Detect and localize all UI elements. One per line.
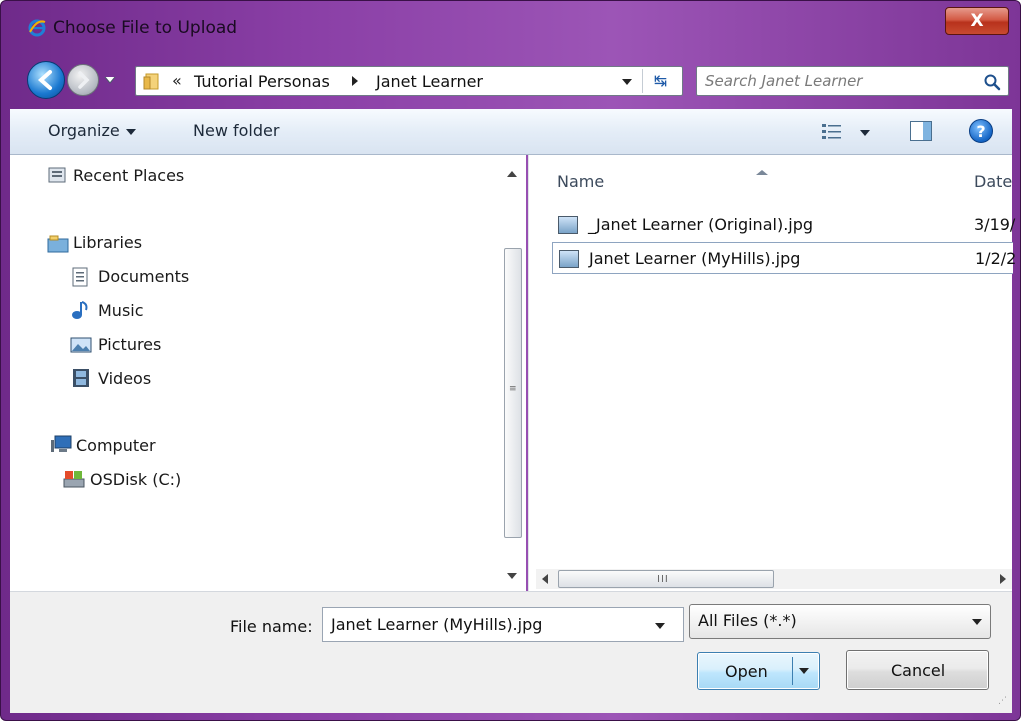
- nav-item-computer[interactable]: Computer: [76, 436, 156, 455]
- navigation-scroll-thumb[interactable]: ≡: [504, 248, 522, 538]
- file-name-combobox[interactable]: Janet Learner (MyHills).jpg: [322, 607, 684, 642]
- address-overflow-chevron[interactable]: «: [172, 71, 182, 90]
- view-options-dropdown-icon[interactable]: [860, 130, 870, 136]
- address-dropdown-icon[interactable]: [622, 79, 632, 85]
- refresh-icon[interactable]: ↹: [642, 69, 678, 93]
- horizontal-scrollbar[interactable]: III: [536, 569, 1012, 589]
- new-folder-button[interactable]: New folder: [193, 121, 279, 140]
- file-name: Janet Learner (MyHills).jpg: [589, 249, 801, 268]
- open-label: Open: [725, 662, 768, 681]
- file-name-dropdown-icon[interactable]: [655, 623, 665, 629]
- window-title: Choose File to Upload: [53, 18, 238, 38]
- navigation-pane[interactable]: Recent Places Libraries Documents Music …: [10, 155, 526, 591]
- chevron-down-icon[interactable]: [972, 619, 982, 625]
- close-button[interactable]: X: [945, 7, 1009, 35]
- resize-grip-icon[interactable]: ⋰: [998, 696, 1007, 706]
- file-type-value: All Files (*.*): [698, 611, 797, 630]
- dialog-footer: File name: Janet Learner (MyHills).jpg A…: [10, 591, 1012, 713]
- split-divider: [792, 657, 793, 685]
- internet-explorer-icon: [28, 19, 46, 37]
- open-button[interactable]: Open: [697, 652, 820, 690]
- file-name-label: File name:: [230, 617, 313, 636]
- change-view-icon[interactable]: [821, 122, 843, 140]
- cancel-label: Cancel: [891, 661, 946, 680]
- back-arrow-icon: [37, 70, 52, 90]
- chevron-down-icon: [125, 128, 136, 135]
- search-input[interactable]: [705, 71, 965, 91]
- nav-item-music[interactable]: Music: [98, 301, 144, 320]
- drive-icon: [63, 471, 85, 488]
- pictures-icon: [70, 337, 92, 353]
- recent-places-icon: [48, 167, 66, 183]
- scroll-left-icon[interactable]: [542, 574, 548, 584]
- search-box[interactable]: [696, 66, 1009, 96]
- image-file-icon: [558, 216, 578, 234]
- file-row-selected[interactable]: Janet Learner (MyHills).jpg 1/2/2: [552, 242, 1017, 274]
- column-header-name[interactable]: Name: [557, 172, 604, 191]
- file-type-select[interactable]: All Files (*.*): [689, 604, 991, 639]
- nav-item-osdisk[interactable]: OSDisk (C:): [90, 470, 181, 489]
- file-row[interactable]: _Janet Learner (Original).jpg 3/19/: [552, 209, 1016, 241]
- scroll-grip-icon: ≡: [509, 384, 517, 394]
- back-button[interactable]: [27, 61, 65, 99]
- nav-item-documents[interactable]: Documents: [98, 267, 189, 286]
- navigation-scrollbar[interactable]: ≡: [498, 155, 526, 591]
- cancel-button[interactable]: Cancel: [846, 650, 989, 690]
- computer-icon: [51, 435, 72, 452]
- scroll-right-icon[interactable]: [1000, 574, 1006, 584]
- breadcrumb-tutorial-personas[interactable]: Tutorial Personas: [194, 72, 330, 91]
- file-date: 1/2/2: [975, 249, 1017, 268]
- file-name: _Janet Learner (Original).jpg: [588, 215, 814, 234]
- nav-item-videos[interactable]: Videos: [98, 369, 151, 388]
- file-date: 3/19/: [974, 215, 1016, 234]
- videos-icon: [73, 369, 89, 387]
- folder-icon: [143, 73, 159, 90]
- nav-item-pictures[interactable]: Pictures: [98, 335, 161, 354]
- organize-menu-button[interactable]: Organize: [48, 121, 136, 140]
- preview-pane-icon[interactable]: [910, 121, 932, 141]
- scroll-up-icon[interactable]: [498, 165, 526, 183]
- image-file-icon: [559, 250, 579, 268]
- libraries-icon: [47, 235, 69, 253]
- scroll-grip-icon: III: [657, 574, 669, 585]
- documents-icon: [72, 267, 88, 287]
- forward-arrow-icon: [78, 71, 90, 89]
- nav-item-recent-places[interactable]: Recent Places: [73, 166, 184, 185]
- forward-button[interactable]: [67, 64, 99, 96]
- address-bar[interactable]: « Tutorial Personas Janet Learner ↹: [135, 66, 683, 96]
- scroll-down-icon[interactable]: [498, 567, 526, 585]
- column-header-date[interactable]: Date: [974, 172, 1012, 191]
- breadcrumb-janet-learner[interactable]: Janet Learner: [376, 72, 483, 91]
- search-icon[interactable]: [983, 73, 1001, 91]
- title-bar[interactable]: Choose File to Upload X: [1, 1, 1020, 53]
- command-toolbar: Organize New folder ?: [10, 109, 1012, 155]
- music-icon: [72, 301, 88, 319]
- recent-pages-dropdown-icon[interactable]: [104, 75, 116, 85]
- breadcrumb-separator-icon[interactable]: [352, 76, 358, 86]
- open-options-dropdown-icon[interactable]: [799, 668, 809, 674]
- organize-label: Organize: [48, 121, 120, 140]
- file-list-pane[interactable]: Name Date _Janet Learner (Original).jpg …: [528, 155, 1017, 591]
- help-icon[interactable]: ?: [969, 119, 993, 143]
- horizontal-scroll-thumb[interactable]: III: [558, 570, 774, 588]
- file-name-input[interactable]: Janet Learner (MyHills).jpg: [331, 615, 542, 634]
- sort-ascending-icon: [756, 170, 768, 175]
- file-upload-dialog: Choose File to Upload X « Tutorial Perso…: [0, 0, 1021, 721]
- nav-item-libraries[interactable]: Libraries: [73, 233, 142, 252]
